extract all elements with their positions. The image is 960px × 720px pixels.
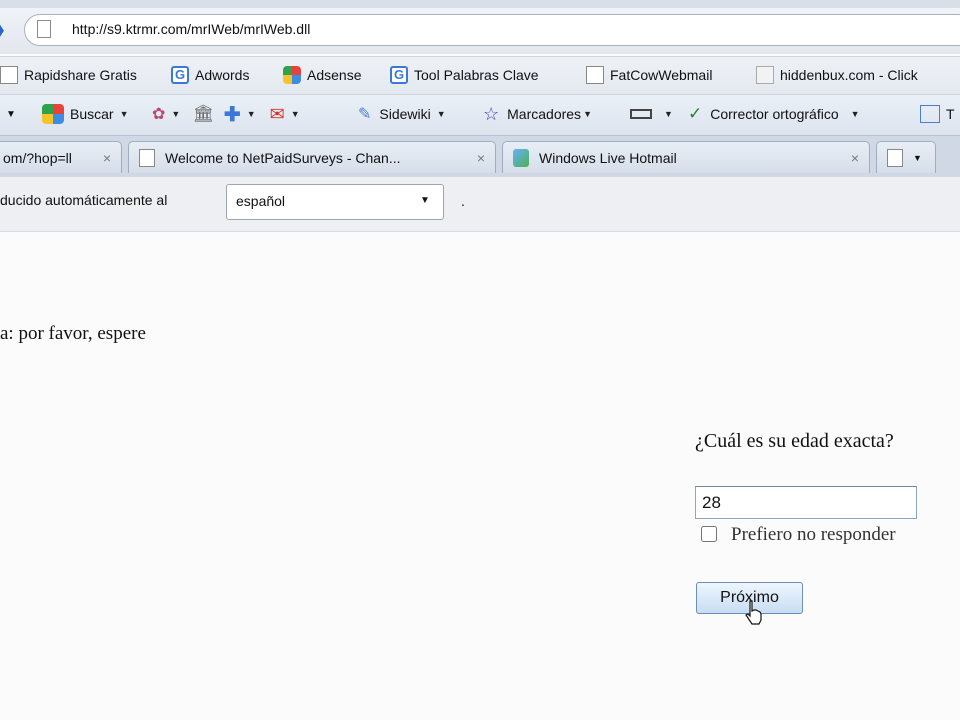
chevron-down-icon[interactable]: ▼: [420, 195, 430, 206]
sidewiki-label: Sidewiki: [379, 106, 431, 122]
keyboard-button[interactable]: ▼: [630, 103, 673, 125]
translate-icon: [920, 105, 940, 123]
no-answer-label: Prefiero no responder: [731, 524, 896, 545]
chevron-down-icon: ▼: [913, 152, 922, 163]
document-icon: [0, 66, 18, 84]
url-text[interactable]: http://s9.ktrmr.com/mrIWeb/mrIWeb.dll: [72, 21, 310, 37]
search-label: Buscar: [70, 106, 114, 122]
window-top-strip: [0, 0, 960, 8]
tab-hotmail[interactable]: Windows Live Hotmail ×: [502, 141, 870, 173]
shopping-icon: ✿: [152, 106, 166, 123]
question-label: ¿Cuál es su edad exacta?: [695, 430, 894, 452]
pencil-icon: ✎: [358, 106, 372, 123]
keyboard-icon: [630, 109, 652, 119]
bookmarks-menu-label: Marcadores: [507, 106, 582, 122]
bookmark-label: Adsense: [307, 67, 362, 83]
plus-icon: ✚: [223, 103, 241, 126]
tab-hop[interactable]: om/?hop=ll ×: [0, 141, 122, 173]
bookmark-label: Rapidshare Gratis: [24, 67, 137, 83]
bookmark-hiddenbux[interactable]: hiddenbux.com - Click: [756, 65, 918, 85]
chevron-down-icon: ▼: [171, 109, 181, 119]
toolbar-icons-group[interactable]: ✿ ▼ 🏛 ✚ ▼ ✉ ▼: [152, 103, 300, 126]
bookmark-fatcow[interactable]: FatCowWebmail: [586, 65, 712, 85]
age-input[interactable]: [695, 486, 917, 519]
document-icon: [139, 148, 155, 167]
wait-message: a: por favor, espere: [0, 323, 146, 344]
search-button[interactable]: Buscar ▼: [42, 103, 129, 125]
chevron-down-icon: ▼: [119, 109, 129, 119]
gmail-icon: ✉: [269, 103, 285, 124]
chevron-down-icon: ▼: [6, 108, 16, 120]
document-icon: [887, 148, 903, 167]
document-icon: [37, 20, 51, 38]
close-icon[interactable]: ×: [95, 150, 111, 166]
no-answer-checkbox[interactable]: [701, 526, 717, 542]
bookmarks-menu-button[interactable]: ☆ Marcadores ▼: [483, 103, 592, 125]
bookmark-rapidshare[interactable]: Rapidshare Gratis: [0, 65, 137, 85]
tab-label: Windows Live Hotmail: [539, 149, 677, 166]
hand-cursor-icon: [745, 600, 762, 625]
document-icon: [586, 66, 604, 84]
bank-icon: 🏛: [192, 104, 214, 123]
hiddenbux-icon: [756, 66, 774, 84]
chevron-down-icon: ▼: [290, 109, 300, 119]
translate-trailing-text: .: [461, 193, 465, 209]
new-tab-button[interactable]: ▼: [876, 141, 936, 173]
sidewiki-button[interactable]: ✎ Sidewiki ▼: [358, 103, 446, 125]
close-icon[interactable]: ×: [843, 150, 859, 166]
spellcheck-icon: ✓: [688, 104, 703, 123]
google-icon: G: [171, 66, 189, 84]
translate-button[interactable]: T: [920, 103, 955, 125]
translate-message: ducido automáticamente al: [0, 192, 168, 208]
toolbar-dropdown-button[interactable]: ▼: [6, 103, 16, 125]
chevron-down-icon: ▼: [436, 109, 446, 119]
tab-label: om/?hop=ll: [3, 149, 72, 166]
bookmark-adwords[interactable]: G Adwords: [171, 65, 249, 85]
chevron-down-icon: ▼: [583, 109, 592, 119]
chevron-down-icon: ▼: [246, 109, 256, 119]
bookmark-label: FatCowWebmail: [610, 67, 713, 83]
bookmark-label: hiddenbux.com - Click: [780, 67, 918, 83]
chevron-down-icon: ▼: [664, 109, 673, 119]
bookmark-tool-palabras[interactable]: G Tool Palabras Clave: [390, 65, 539, 85]
spellcheck-label: Corrector ortográfico: [710, 106, 839, 122]
bookmark-label: Adwords: [195, 67, 250, 83]
tab-netpaidsurveys[interactable]: Welcome to NetPaidSurveys - Chan... ×: [128, 141, 496, 173]
windows-live-icon: [513, 148, 529, 167]
adsense-icon: [283, 66, 301, 84]
google-icon: [42, 104, 64, 124]
bookmark-adsense[interactable]: Adsense: [283, 65, 361, 85]
tab-label: Welcome to NetPaidSurveys - Chan...: [165, 149, 401, 166]
translate-label: T: [946, 106, 955, 122]
spellcheck-button[interactable]: ✓ Corrector ortográfico ▼: [688, 103, 860, 125]
bookmark-label: Tool Palabras Clave: [414, 67, 539, 83]
chevron-down-icon: ▼: [850, 109, 860, 119]
google-icon: G: [390, 66, 408, 84]
language-select-value[interactable]: español: [236, 193, 285, 209]
close-icon[interactable]: ×: [469, 150, 485, 166]
back-icon[interactable]: ❯: [0, 18, 10, 42]
star-icon: ☆: [483, 103, 500, 124]
